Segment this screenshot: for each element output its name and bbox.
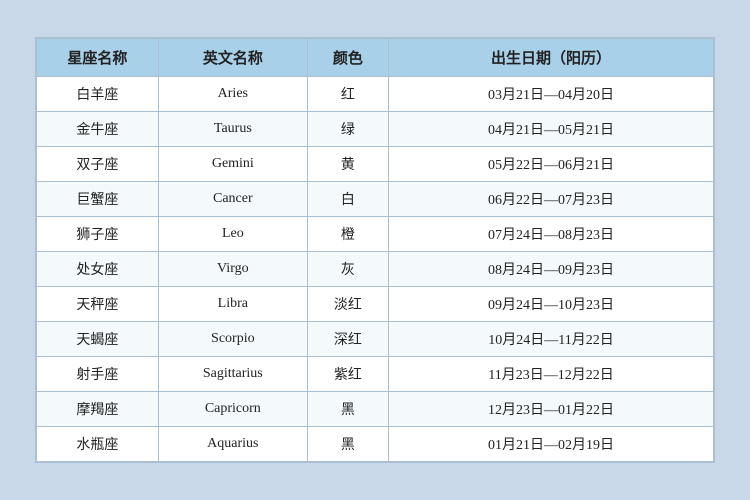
- cell-cn: 摩羯座: [37, 392, 159, 427]
- header-cn: 星座名称: [37, 39, 159, 77]
- cell-cn: 狮子座: [37, 217, 159, 252]
- cell-color: 黄: [307, 147, 388, 182]
- table-row: 巨蟹座Cancer白06月22日—07月23日: [37, 182, 714, 217]
- cell-en: Aries: [158, 77, 307, 112]
- cell-en: Leo: [158, 217, 307, 252]
- table-header-row: 星座名称 英文名称 颜色 出生日期（阳历）: [37, 39, 714, 77]
- cell-date: 03月21日—04月20日: [389, 77, 714, 112]
- cell-en: Aquarius: [158, 427, 307, 462]
- cell-date: 05月22日—06月21日: [389, 147, 714, 182]
- cell-color: 黑: [307, 427, 388, 462]
- cell-en: Sagittarius: [158, 357, 307, 392]
- table-row: 天秤座Libra淡红09月24日—10月23日: [37, 287, 714, 322]
- cell-en: Cancer: [158, 182, 307, 217]
- cell-date: 07月24日—08月23日: [389, 217, 714, 252]
- cell-en: Gemini: [158, 147, 307, 182]
- table-row: 白羊座Aries红03月21日—04月20日: [37, 77, 714, 112]
- cell-cn: 巨蟹座: [37, 182, 159, 217]
- cell-date: 10月24日—11月22日: [389, 322, 714, 357]
- cell-date: 04月21日—05月21日: [389, 112, 714, 147]
- cell-en: Capricorn: [158, 392, 307, 427]
- cell-date: 08月24日—09月23日: [389, 252, 714, 287]
- cell-date: 09月24日—10月23日: [389, 287, 714, 322]
- cell-color: 绿: [307, 112, 388, 147]
- table-row: 摩羯座Capricorn黑12月23日—01月22日: [37, 392, 714, 427]
- cell-color: 灰: [307, 252, 388, 287]
- table-row: 双子座Gemini黄05月22日—06月21日: [37, 147, 714, 182]
- table-row: 处女座Virgo灰08月24日—09月23日: [37, 252, 714, 287]
- cell-en: Taurus: [158, 112, 307, 147]
- table-row: 狮子座Leo橙07月24日—08月23日: [37, 217, 714, 252]
- cell-color: 白: [307, 182, 388, 217]
- cell-color: 橙: [307, 217, 388, 252]
- cell-color: 红: [307, 77, 388, 112]
- table-row: 天蝎座Scorpio深红10月24日—11月22日: [37, 322, 714, 357]
- table-row: 金牛座Taurus绿04月21日—05月21日: [37, 112, 714, 147]
- cell-cn: 水瓶座: [37, 427, 159, 462]
- cell-color: 淡红: [307, 287, 388, 322]
- cell-cn: 双子座: [37, 147, 159, 182]
- cell-cn: 金牛座: [37, 112, 159, 147]
- cell-color: 紫红: [307, 357, 388, 392]
- cell-date: 12月23日—01月22日: [389, 392, 714, 427]
- cell-date: 06月22日—07月23日: [389, 182, 714, 217]
- header-date: 出生日期（阳历）: [389, 39, 714, 77]
- cell-cn: 射手座: [37, 357, 159, 392]
- cell-color: 深红: [307, 322, 388, 357]
- zodiac-table-wrapper: 星座名称 英文名称 颜色 出生日期（阳历） 白羊座Aries红03月21日—04…: [35, 37, 715, 463]
- cell-en: Scorpio: [158, 322, 307, 357]
- cell-en: Virgo: [158, 252, 307, 287]
- cell-date: 01月21日—02月19日: [389, 427, 714, 462]
- cell-cn: 处女座: [37, 252, 159, 287]
- zodiac-table: 星座名称 英文名称 颜色 出生日期（阳历） 白羊座Aries红03月21日—04…: [36, 38, 714, 462]
- header-color: 颜色: [307, 39, 388, 77]
- table-row: 射手座Sagittarius紫红11月23日—12月22日: [37, 357, 714, 392]
- cell-date: 11月23日—12月22日: [389, 357, 714, 392]
- cell-cn: 天秤座: [37, 287, 159, 322]
- header-en: 英文名称: [158, 39, 307, 77]
- cell-cn: 白羊座: [37, 77, 159, 112]
- table-row: 水瓶座Aquarius黑01月21日—02月19日: [37, 427, 714, 462]
- cell-cn: 天蝎座: [37, 322, 159, 357]
- cell-color: 黑: [307, 392, 388, 427]
- cell-en: Libra: [158, 287, 307, 322]
